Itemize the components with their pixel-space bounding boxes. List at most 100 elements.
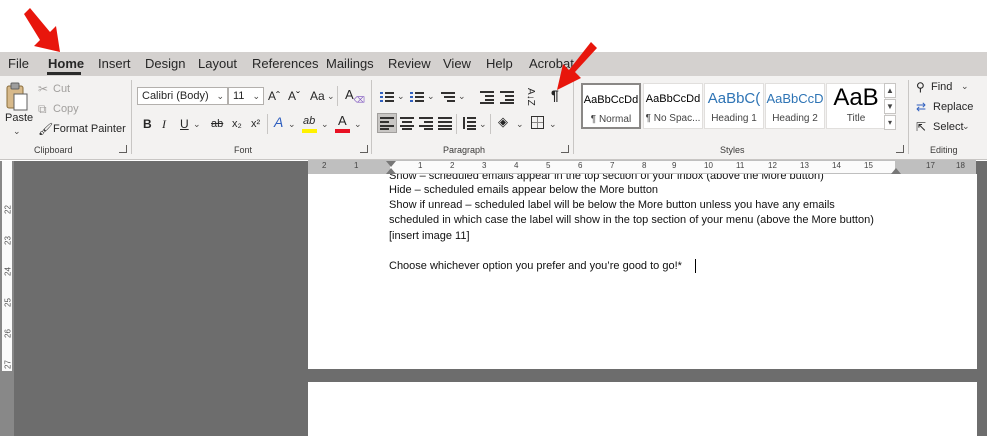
strikethrough-button[interactable]: ab: [211, 117, 223, 131]
styles-more-icon[interactable]: ▾: [884, 115, 896, 130]
numbering-icon[interactable]: [410, 91, 424, 103]
paragraph-launcher-icon[interactable]: [561, 145, 569, 153]
style-title[interactable]: AaB Title: [826, 83, 886, 129]
font-size-value: 11: [233, 90, 245, 102]
ruler-mark: 12: [768, 161, 777, 170]
clear-formatting-button[interactable]: A⌫: [345, 88, 365, 108]
tab-home[interactable]: Home: [48, 56, 84, 71]
justify-icon[interactable]: [438, 117, 452, 130]
document-line: [insert image 11]: [389, 230, 470, 242]
text-cursor: [695, 259, 696, 273]
ruler-mark: 23: [3, 236, 13, 245]
tab-file[interactable]: File: [8, 56, 29, 71]
style-preview: AaBbC(: [707, 90, 761, 107]
select-button[interactable]: ⇱ Select ⌄: [916, 120, 976, 136]
style-label: ¶ Normal: [590, 114, 632, 125]
ruler-mark: 13: [800, 161, 809, 170]
shrink-font-button[interactable]: Aˇ: [288, 89, 300, 103]
group-divider: [131, 80, 132, 154]
cut-button[interactable]: ✂ Cut: [38, 82, 98, 98]
paste-button[interactable]: Paste ⌄: [4, 80, 33, 136]
document-page[interactable]: [308, 382, 977, 436]
copy-icon: ⧉: [38, 102, 47, 116]
find-button[interactable]: ⚲ Find ⌄: [916, 80, 976, 96]
styles-group-label: Styles: [720, 145, 745, 155]
format-painter-label: Format Painter: [53, 123, 126, 135]
tab-references[interactable]: References: [252, 56, 318, 71]
center-icon[interactable]: [400, 117, 414, 130]
font-color-bar: [335, 129, 350, 133]
highlight-button[interactable]: ab: [302, 114, 318, 134]
ruler-mark: 11: [736, 161, 745, 170]
increase-indent-icon[interactable]: [500, 91, 514, 104]
style-label: ¶ No Spac...: [645, 113, 701, 124]
font-color-button[interactable]: A: [335, 114, 351, 134]
font-size-dropdown[interactable]: 11 ⌄: [228, 87, 264, 105]
shading-icon[interactable]: ◈: [498, 115, 508, 129]
find-label: Find: [931, 81, 953, 93]
active-tab-indicator: [47, 72, 81, 75]
document-line: Hide – scheduled emails appear below the…: [389, 184, 659, 196]
chevron-down-icon: ⌄: [397, 91, 405, 101]
copy-button[interactable]: ⧉ Copy: [38, 102, 98, 118]
sort-icon[interactable]: A↓Z: [523, 88, 537, 106]
styles-scroll-up-icon[interactable]: ▲: [884, 83, 896, 98]
align-right-icon[interactable]: [419, 117, 433, 130]
clipboard-launcher-icon[interactable]: [119, 145, 127, 153]
paste-icon: [6, 82, 28, 111]
tab-design[interactable]: Design: [145, 56, 185, 71]
font-name-dropdown[interactable]: Calibri (Body) ⌄: [137, 87, 228, 105]
styles-launcher-icon[interactable]: [896, 145, 904, 153]
change-case-button[interactable]: Aa: [310, 89, 325, 103]
tab-mailings[interactable]: Mailings: [326, 56, 374, 71]
font-color-icon: A: [338, 113, 347, 128]
replace-button[interactable]: ⇄ Replace: [916, 100, 976, 116]
ruler-mark: 25: [3, 298, 13, 307]
chevron-down-icon: ⌄: [216, 91, 224, 101]
format-painter-button[interactable]: 🖌 Format Painter: [38, 122, 128, 138]
tab-review[interactable]: Review: [388, 56, 431, 71]
styles-scroll-down-icon[interactable]: ▼: [884, 99, 896, 114]
italic-button[interactable]: I: [162, 117, 166, 131]
chevron-down-icon: ⌄: [288, 119, 296, 129]
superscript-button[interactable]: x²: [251, 117, 260, 131]
document-page[interactable]: Show – scheduled emails appear in the to…: [308, 174, 977, 369]
font-launcher-icon[interactable]: [360, 145, 368, 153]
style-heading-2[interactable]: AaBbCcD Heading 2: [765, 83, 825, 129]
subscript-button[interactable]: x₂: [232, 117, 242, 131]
style-preview: AaBbCcD: [766, 91, 824, 106]
style-heading-1[interactable]: AaBbC( Heading 1: [704, 83, 764, 129]
ruler-mark: 5: [546, 161, 551, 170]
document-line: scheduled in which case the label will s…: [389, 214, 874, 226]
ruler-mark: 14: [832, 161, 841, 170]
underline-button[interactable]: U: [180, 117, 189, 131]
ruler-mark: 7: [610, 161, 615, 170]
ruler-mark: 2: [450, 161, 455, 170]
tab-view[interactable]: View: [443, 56, 471, 71]
bullets-icon[interactable]: [380, 91, 394, 103]
style-label: Title: [846, 113, 866, 124]
select-icon: ⇱: [916, 120, 927, 134]
bold-button[interactable]: B: [143, 117, 152, 131]
ruler-mark: 22: [3, 205, 13, 214]
toolbar-divider: [267, 114, 268, 134]
cut-icon: ✂: [38, 82, 49, 96]
tab-layout[interactable]: Layout: [198, 56, 237, 71]
decrease-indent-icon[interactable]: [480, 91, 494, 104]
first-line-indent-marker[interactable]: [386, 161, 396, 167]
vertical-ruler: 22 23 24 25 26 27: [0, 161, 14, 436]
multilevel-icon[interactable]: [441, 91, 455, 103]
group-divider: [908, 80, 909, 154]
replace-icon: ⇄: [916, 100, 927, 114]
style-no-spacing[interactable]: AaBbCcDd ¶ No Spac...: [643, 83, 703, 129]
grow-font-button[interactable]: Aˆ: [268, 89, 280, 103]
chevron-down-icon: ⌄: [549, 119, 557, 129]
font-effects-icon[interactable]: A: [274, 115, 283, 129]
tab-insert[interactable]: Insert: [98, 56, 131, 71]
style-preview: AaBbCcDd: [645, 93, 701, 105]
tab-help[interactable]: Help: [486, 56, 513, 71]
format-painter-icon: 🖌: [38, 122, 54, 136]
borders-icon[interactable]: [531, 116, 544, 129]
select-label: Select: [933, 121, 964, 133]
line-spacing-icon[interactable]: [462, 117, 476, 130]
